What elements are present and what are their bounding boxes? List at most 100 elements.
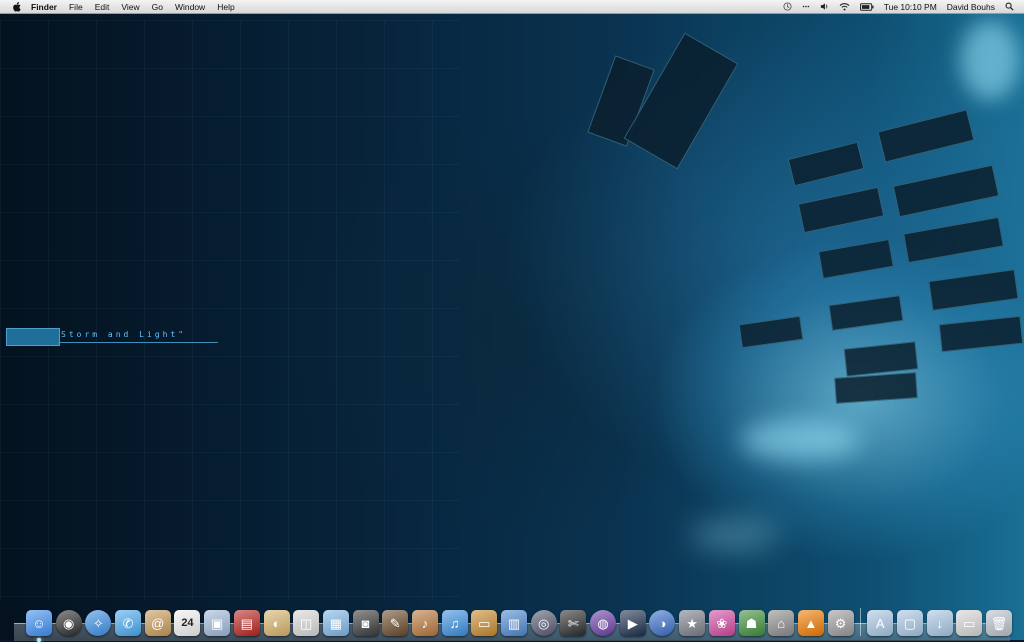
itunes-icon[interactable]: ♫ [441, 610, 468, 636]
photo-booth-icon[interactable]: ▤ [233, 610, 260, 636]
wallpaper-shard [818, 238, 894, 280]
vlc-glyph: ▲ [804, 615, 818, 631]
applications-folder-icon[interactable]: A [867, 610, 894, 636]
dashboard-glyph: ◉ [63, 615, 75, 631]
system-preferences-icon[interactable]: ⚙ [827, 610, 854, 636]
bluetooth-icon[interactable] [802, 2, 810, 11]
aperture-glyph: ◎ [538, 615, 550, 631]
utility-icon[interactable]: ⌂ [768, 610, 795, 636]
wallpaper-shard [877, 109, 975, 163]
keynote-icon[interactable]: ▭ [471, 610, 498, 636]
numbers-glyph: ▥ [507, 615, 521, 631]
running-indicator [37, 638, 41, 642]
numbers-icon[interactable]: ▥ [501, 610, 527, 636]
wallpaper-shard [928, 269, 1019, 311]
keynote-glyph: ▭ [478, 615, 491, 631]
finder-icon[interactable]: ☺ [26, 610, 52, 642]
menu-bar: Finder File Edit View Go Window Help Tue… [0, 0, 1024, 14]
imovie-glyph: ★ [686, 615, 698, 631]
wallpaper-title: Storm and Light" [61, 330, 186, 339]
wallpaper-title-rule [58, 342, 218, 343]
trash-icon[interactable]: 🗑 [986, 610, 1012, 636]
wallpaper-glow [690, 520, 780, 550]
colors-glyph: ❀ [716, 615, 728, 631]
menu-edit[interactable]: Edit [95, 2, 110, 12]
wallpaper-shard [892, 164, 1000, 218]
preview-glyph: ▣ [210, 615, 224, 631]
menu-extras: Tue 10:10 PM David Bouhs [783, 2, 1024, 12]
final-cut-glyph: ✄ [567, 615, 579, 631]
menu-go[interactable]: Go [152, 2, 163, 12]
address-book-glyph: @ [151, 615, 165, 631]
menu-file[interactable]: File [69, 2, 83, 12]
trash-glyph: 🗑 [990, 615, 1008, 631]
photos-icon[interactable]: ▦ [322, 610, 349, 636]
spotlight-icon[interactable] [1005, 2, 1014, 11]
ical-icon[interactable]: 24 [174, 610, 201, 636]
preview-icon[interactable]: ▣ [204, 610, 231, 636]
downloads-folder-glyph: ↓ [936, 615, 943, 631]
automator-icon[interactable]: ☗ [738, 610, 765, 636]
imovie-icon[interactable]: ★ [679, 610, 706, 636]
wallpaper-shard [828, 295, 904, 331]
safari-glyph: ✧ [92, 615, 104, 631]
photos-glyph: ▦ [329, 615, 343, 631]
wallpaper-shard [797, 186, 885, 234]
wallpaper-shard [938, 315, 1024, 353]
camera-icon[interactable]: ◙ [352, 610, 379, 636]
safari-icon[interactable]: ✧ [85, 610, 112, 636]
color-icon[interactable]: ◑ [649, 610, 676, 636]
wallpaper-title-text: Storm and Light [61, 330, 179, 339]
applications-folder-glyph: A [875, 615, 885, 631]
volume-icon[interactable] [820, 2, 829, 11]
wallpaper-shard [843, 341, 919, 377]
battery-icon[interactable] [859, 2, 874, 11]
palette-glyph: ✎ [389, 615, 401, 631]
photo-booth-glyph: ▤ [240, 615, 253, 631]
apple-icon[interactable] [9, 1, 23, 12]
wallpaper-title-bar [6, 328, 60, 346]
time-machine-icon[interactable] [783, 2, 792, 11]
dock: ☺ ◉ ✧ ✆ @24 ▣ ▤ ◐ ◫ ▦ ◙ ✎ ♪ ♫ ▭ ▥ ◎ ✄ ◍ ▶ ◑ ★ ❀ ☗ ⌂ ▲ ⚙ A ▢ ↓ ▭ 🗑 [26, 600, 1016, 642]
dashboard-icon[interactable]: ◉ [55, 610, 82, 636]
menu-user-name[interactable]: David Bouhs [947, 2, 995, 12]
downloads-folder-icon[interactable]: ↓ [926, 610, 953, 636]
menu-view[interactable]: View [121, 2, 139, 12]
documents-folder-glyph: ▢ [903, 615, 917, 631]
vlc-icon[interactable]: ▲ [797, 610, 824, 636]
iphoto-icon[interactable]: ◐ [263, 610, 290, 636]
dvd-glyph: ◍ [597, 615, 609, 631]
ical-glyph: 24 [181, 616, 194, 629]
palette-icon[interactable]: ✎ [382, 610, 409, 636]
final-cut-icon[interactable]: ✄ [560, 610, 587, 636]
motion-glyph: ▶ [627, 615, 638, 631]
aperture-icon[interactable]: ◎ [530, 610, 557, 636]
ichat-glyph: ✆ [122, 615, 134, 631]
menu-window[interactable]: Window [175, 2, 205, 12]
dvd-icon[interactable]: ◍ [590, 610, 617, 636]
desktop-wallpaper: Storm and Light" [0, 0, 1024, 640]
display-glyph: ▭ [963, 615, 976, 631]
ichat-icon[interactable]: ✆ [115, 610, 142, 636]
color-glyph: ◑ [658, 615, 667, 631]
menu-app-finder[interactable]: Finder [31, 2, 57, 12]
menu-help[interactable]: Help [217, 2, 234, 12]
image-capture-icon[interactable]: ◫ [293, 610, 320, 636]
display-icon[interactable]: ▭ [956, 610, 983, 636]
colors-icon[interactable]: ❀ [708, 610, 735, 636]
menu-clock[interactable]: Tue 10:10 PM [884, 2, 937, 12]
wallpaper-glow [960, 20, 1020, 100]
iphoto-glyph: ◐ [272, 615, 281, 631]
documents-folder-icon[interactable]: ▢ [896, 610, 923, 636]
wallpaper-shard [738, 315, 804, 349]
garageband-icon[interactable]: ♪ [411, 610, 438, 636]
dock-separator [860, 608, 862, 636]
motion-icon[interactable]: ▶ [619, 610, 646, 636]
wallpaper-shard [834, 372, 918, 404]
wallpaper-glow [740, 420, 860, 460]
address-book-icon[interactable]: @ [144, 610, 171, 636]
wallpaper-shard [787, 141, 865, 187]
finder-glyph: ☺ [32, 615, 46, 631]
utility-glyph: ⌂ [777, 615, 786, 631]
wifi-icon[interactable] [839, 2, 850, 11]
